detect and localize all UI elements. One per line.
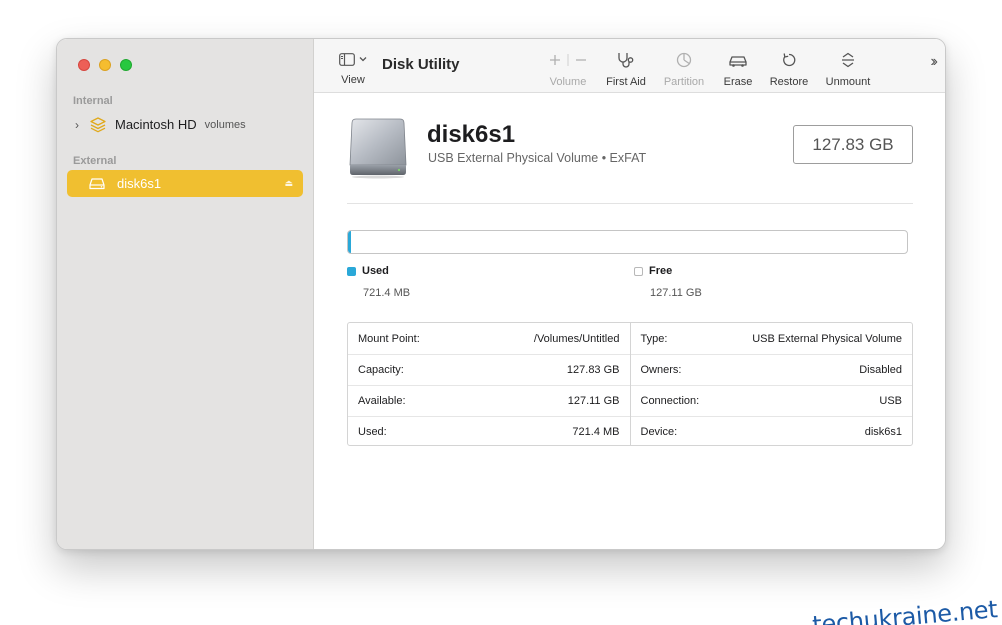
sidebar: Internal › Macintosh HD volumes External bbox=[57, 39, 314, 549]
unmount-button[interactable]: Unmount bbox=[822, 51, 874, 88]
external-drive-icon bbox=[89, 177, 109, 190]
info-value: /Volumes/Untitled bbox=[533, 332, 620, 345]
first-aid-button[interactable]: First Aid bbox=[602, 51, 650, 88]
used-swatch bbox=[347, 266, 356, 276]
info-table: Mount Point: /Volumes/Untitled Capacity:… bbox=[347, 322, 913, 446]
restore-label: Restore bbox=[769, 76, 809, 88]
info-row-mount-point: Mount Point: /Volumes/Untitled bbox=[348, 323, 630, 354]
unmount-label: Unmount bbox=[825, 76, 871, 88]
info-key: Available: bbox=[358, 395, 406, 407]
first-aid-label: First Aid bbox=[606, 76, 646, 88]
zoom-button[interactable] bbox=[120, 59, 132, 71]
info-value: 127.11 GB bbox=[567, 395, 620, 407]
info-key: Connection: bbox=[640, 395, 700, 407]
used-label: Used bbox=[362, 265, 389, 277]
info-key: Mount Point: bbox=[358, 332, 420, 345]
info-row-capacity: Capacity: 127.83 GB bbox=[348, 354, 630, 385]
free-value: 127.11 GB bbox=[650, 287, 702, 299]
restore-arrow-icon bbox=[766, 51, 812, 69]
partition-label: Partition bbox=[663, 76, 705, 88]
eject-icon[interactable]: ⏏ bbox=[284, 178, 293, 189]
sidebar-item-disk6s1[interactable]: disk6s1 ⏏ bbox=[67, 170, 303, 197]
erase-label: Erase bbox=[723, 76, 753, 88]
plus-minus-icon bbox=[545, 51, 591, 69]
erase-button[interactable]: Erase bbox=[718, 51, 758, 88]
close-button[interactable] bbox=[78, 59, 90, 71]
info-value: USB External Physical Volume bbox=[752, 332, 902, 345]
usage-fill-used bbox=[348, 231, 352, 253]
info-key: Owners: bbox=[640, 364, 682, 376]
window-title: Disk Utility bbox=[382, 56, 460, 73]
layers-icon bbox=[87, 116, 109, 133]
free-label: Free bbox=[649, 265, 673, 277]
disk-name: disk6s1 bbox=[427, 121, 516, 148]
info-row-type: Type: USB External Physical Volume bbox=[631, 323, 913, 354]
restore-button[interactable]: Restore bbox=[766, 51, 812, 88]
sidebar-item-label: Macintosh HD bbox=[115, 117, 197, 132]
chevron-right-icon[interactable]: › bbox=[67, 118, 87, 132]
minimize-button[interactable] bbox=[99, 59, 111, 71]
pie-chart-icon bbox=[660, 51, 708, 69]
info-row-used: Used: 721.4 MB bbox=[348, 416, 630, 447]
car-disk-icon bbox=[718, 51, 758, 69]
free-swatch bbox=[634, 266, 643, 276]
chevron-down-icon bbox=[359, 57, 367, 62]
info-value: Disabled bbox=[859, 364, 902, 376]
sidebar-item-label: disk6s1 bbox=[117, 176, 162, 191]
window-controls bbox=[78, 59, 132, 71]
partition-button[interactable]: Partition bbox=[660, 51, 708, 88]
info-row-owners: Owners: Disabled bbox=[630, 354, 912, 385]
toolbar: View Disk Utility Volume First Aid Parti… bbox=[314, 39, 945, 93]
usage-bar bbox=[347, 230, 908, 254]
info-value: 721.4 MB bbox=[572, 426, 620, 438]
legend-free: Free 127.11 GB bbox=[634, 265, 702, 299]
view-button[interactable]: View bbox=[334, 51, 372, 86]
capacity-box: 127.83 GB bbox=[793, 125, 913, 164]
sidebar-item-sublabel: volumes bbox=[204, 118, 246, 131]
section-label-internal: Internal bbox=[73, 95, 113, 107]
info-row-available: Available: 127.11 GB bbox=[348, 385, 630, 416]
disk-description: USB External Physical Volume • ExFAT bbox=[428, 151, 647, 165]
info-row-device: Device: disk6s1 bbox=[630, 416, 912, 447]
hard-drive-icon bbox=[348, 117, 408, 184]
info-key: Capacity: bbox=[358, 364, 404, 376]
watermark: techukraine.net bbox=[810, 595, 998, 625]
main-panel: disk6s1 USB External Physical Volume • E… bbox=[314, 93, 945, 549]
info-value: USB bbox=[879, 395, 902, 407]
info-key: Type: bbox=[640, 332, 668, 345]
sidebar-toggle-icon bbox=[339, 52, 355, 66]
divider bbox=[347, 203, 913, 204]
info-col-right: Type: USB External Physical Volume Owner… bbox=[629, 323, 913, 447]
disk-utility-window: Internal › Macintosh HD volumes External bbox=[56, 38, 946, 550]
volume-button[interactable]: Volume bbox=[545, 51, 591, 88]
info-key: Used: bbox=[358, 426, 387, 438]
info-col-left: Mount Point: /Volumes/Untitled Capacity:… bbox=[348, 323, 630, 445]
section-label-external: External bbox=[73, 155, 117, 167]
view-label: View bbox=[341, 74, 365, 86]
legend-used: Used 721.4 MB bbox=[347, 265, 410, 299]
used-value: 721.4 MB bbox=[363, 287, 411, 299]
sidebar-item-macintosh-hd[interactable]: › Macintosh HD volumes bbox=[67, 111, 303, 138]
stethoscope-icon bbox=[602, 51, 650, 69]
info-value: 127.83 GB bbox=[566, 364, 620, 376]
chevron-double-right-icon[interactable]: ›› bbox=[930, 53, 937, 71]
info-value: disk6s1 bbox=[864, 426, 902, 438]
unmount-icon bbox=[822, 51, 874, 69]
info-key: Device: bbox=[640, 426, 678, 438]
volume-label: Volume bbox=[549, 76, 587, 88]
capacity-value: 127.83 GB bbox=[812, 134, 894, 154]
info-row-connection: Connection: USB bbox=[630, 385, 912, 416]
